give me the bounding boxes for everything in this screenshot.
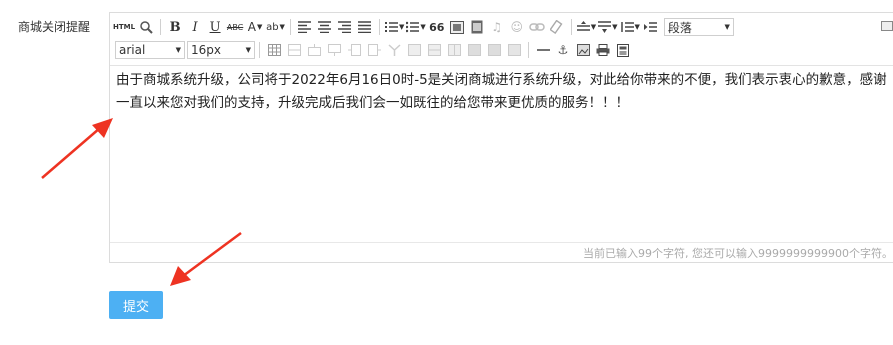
- paragraph-select-value: 段落: [667, 20, 692, 35]
- highlight-label: ab: [266, 21, 279, 33]
- link-icon[interactable]: [528, 17, 546, 37]
- insert-row-before-icon[interactable]: [305, 40, 323, 60]
- chevron-down-icon: ▼: [245, 46, 251, 54]
- horizontal-rule-icon[interactable]: [534, 40, 552, 60]
- arrow-head: [170, 266, 191, 286]
- bold-button[interactable]: B: [166, 17, 184, 37]
- insert-col-after-icon[interactable]: [365, 40, 383, 60]
- rich-text-editor: HTML B I U ABC A ▼ ab ▼ ▼ ▼ 66 ♫ ☺ ▼ ▼ ▼…: [109, 12, 893, 263]
- font-size-select[interactable]: 16px ▼: [187, 41, 255, 59]
- chevron-down-icon: ▼: [612, 23, 618, 31]
- highlight-button[interactable]: ab ▼: [266, 17, 285, 37]
- editor-content[interactable]: 由于商城系统升级，公司将于2022年6月16日0时-5是关闭商城进行系统升级，对…: [116, 69, 890, 115]
- align-left-icon[interactable]: [296, 17, 314, 37]
- chevron-down-icon: ▼: [279, 23, 285, 31]
- chevron-down-icon: ▼: [256, 23, 263, 31]
- font-color-label: A: [247, 20, 256, 34]
- toolbar-divider: [160, 19, 162, 35]
- font-family-select-value: arial: [119, 43, 146, 57]
- indent-icon[interactable]: [642, 17, 660, 37]
- insert-image-icon[interactable]: [574, 40, 592, 60]
- blockquote-button[interactable]: 66: [428, 17, 446, 37]
- field-label: 商城关闭提醒: [18, 20, 91, 34]
- chevron-down-icon: ▼: [634, 23, 640, 31]
- strikethrough-button[interactable]: ABC: [226, 17, 244, 37]
- emoticon-icon[interactable]: ☺: [508, 17, 526, 37]
- split-rows-icon[interactable]: [425, 40, 443, 60]
- image-icon[interactable]: [448, 17, 466, 37]
- toolbar-row-2: arial ▼ 16px ▼ ⚓: [112, 39, 633, 61]
- align-center-icon[interactable]: [316, 17, 334, 37]
- align-justify-icon[interactable]: [356, 17, 374, 37]
- align-right-icon[interactable]: [336, 17, 354, 37]
- row-spacing-top-icon[interactable]: ▼: [576, 17, 597, 37]
- toolbar-row-1: HTML B I U ABC A ▼ ab ▼ ▼ ▼ 66 ♫ ☺ ▼ ▼ ▼…: [112, 16, 734, 38]
- video-icon[interactable]: [468, 17, 486, 37]
- template-icon[interactable]: [614, 40, 632, 60]
- underline-button[interactable]: U: [206, 17, 224, 37]
- paragraph-select[interactable]: 段落 ▼: [663, 18, 734, 36]
- toolbar-divider: [259, 42, 260, 58]
- submit-button[interactable]: 提交: [109, 291, 163, 319]
- chevron-down-icon: ▼: [724, 23, 730, 31]
- table-props-icon[interactable]: [505, 40, 523, 60]
- editor-toolbar: HTML B I U ABC A ▼ ab ▼ ▼ ▼ 66 ♫ ☺ ▼ ▼ ▼…: [110, 13, 893, 66]
- italic-button[interactable]: I: [186, 17, 204, 37]
- delete-table-icon[interactable]: [285, 40, 303, 60]
- split-cells-icon[interactable]: [405, 40, 423, 60]
- font-size-select-value: 16px: [191, 43, 221, 57]
- chevron-down-icon: ▼: [590, 23, 597, 31]
- chevron-down-icon: ▼: [398, 23, 405, 31]
- word-count: 当前已输入99个字符, 您还可以输入9999999999900个字符。: [583, 247, 893, 260]
- insert-col-before-icon[interactable]: [345, 40, 363, 60]
- preview-icon[interactable]: [137, 17, 155, 37]
- insert-table-icon[interactable]: [265, 40, 283, 60]
- anchor-icon[interactable]: ⚓: [554, 40, 572, 60]
- line-height-icon[interactable]: ▼: [620, 17, 640, 37]
- html-source-button[interactable]: HTML: [113, 17, 135, 37]
- row-spacing-bottom-icon[interactable]: ▼: [598, 17, 618, 37]
- print-icon[interactable]: [594, 40, 612, 60]
- merge-cells-icon[interactable]: [385, 40, 403, 60]
- fullscreen-icon[interactable]: [881, 17, 893, 31]
- chevron-down-icon: ▼: [175, 46, 181, 54]
- toolbar-divider: [289, 19, 291, 35]
- arrow-to-content: [41, 118, 113, 179]
- chevron-down-icon: ▼: [420, 23, 426, 31]
- delete-col-icon[interactable]: [485, 40, 503, 60]
- ordered-list-icon[interactable]: ▼: [384, 17, 405, 37]
- toolbar-divider: [528, 42, 529, 58]
- font-family-select[interactable]: arial ▼: [115, 41, 185, 59]
- music-icon[interactable]: ♫: [488, 17, 506, 37]
- delete-row-icon[interactable]: [465, 40, 483, 60]
- insert-row-after-icon[interactable]: [325, 40, 343, 60]
- arrow-line: [41, 127, 101, 179]
- font-color-button[interactable]: A ▼: [246, 17, 264, 37]
- eraser-icon[interactable]: [548, 17, 566, 37]
- split-cols-icon[interactable]: [445, 40, 463, 60]
- toolbar-divider: [378, 19, 380, 35]
- unordered-list-icon[interactable]: ▼: [406, 17, 426, 37]
- toolbar-divider: [570, 19, 572, 35]
- editor-statusbar: 当前已输入99个字符, 您还可以输入9999999999900个字符。: [110, 242, 893, 262]
